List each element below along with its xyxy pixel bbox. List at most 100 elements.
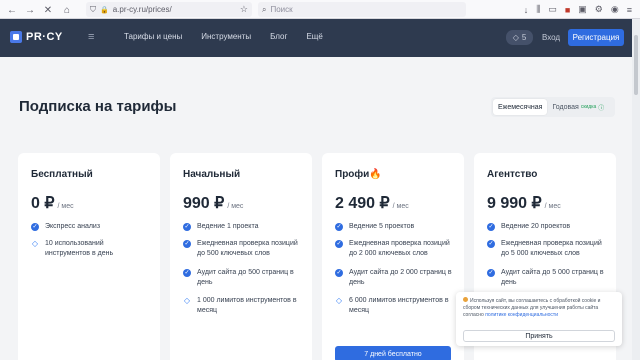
plan-price: 0 ₽ / мес (31, 193, 74, 213)
plan-feature: ✓ Экспресс анализ (31, 222, 153, 232)
gem-icon: ◇ (183, 296, 191, 305)
back-icon[interactable]: ← (4, 2, 20, 18)
main-nav: Тарифы и цены Инструменты Блог Ещё (124, 32, 342, 41)
hamburger-menu-icon[interactable]: ≡ (88, 31, 94, 43)
feature-text: 6 000 лимитов инструментов в месяц (349, 297, 449, 314)
plan-feature: ✓ Ежедневная проверка позиций до 500 клю… (183, 239, 305, 259)
scrollbar-thumb[interactable] (634, 35, 638, 95)
login-link[interactable]: Вход (542, 33, 560, 42)
check-icon: ✓ (487, 240, 495, 248)
plan-price: 990 ₽ / мес (183, 193, 243, 213)
search-icon: ⌕ (262, 4, 267, 14)
downloads-icon[interactable]: ↓ (524, 5, 529, 15)
limits-badge[interactable]: ◇ 5 (506, 30, 533, 45)
sidebar-icon[interactable]: ▭ (548, 4, 557, 15)
plan-name: Профи🔥 (335, 169, 382, 180)
cookie-text: Используя сайт, вы соглашаетесь с обрабо… (463, 297, 615, 319)
privacy-policy-link[interactable]: политике конфиденциальности (485, 312, 558, 318)
price-amount: 0 ₽ (31, 195, 55, 212)
plan-feature: ✓ Ежедневная проверка позиций до 5 000 к… (487, 239, 609, 259)
cookie-banner: Используя сайт, вы соглашаетесь с обрабо… (456, 292, 622, 346)
price-amount: 990 ₽ (183, 195, 225, 212)
check-icon: ✓ (183, 240, 191, 248)
plan-feature: ✓ Ежедневная проверка позиций до 2 000 к… (335, 239, 457, 259)
plan-feature: ✓ Ведение 20 проектов (487, 222, 609, 232)
search-placeholder: Поиск (270, 5, 293, 14)
feature-text: Экспресс анализ (45, 223, 101, 230)
home-icon[interactable]: ⌂ (59, 2, 75, 18)
plan-name: Агентство (487, 169, 538, 180)
url-bar[interactable]: ⛉ 🔒 a.pr-cy.ru/prices/ ☆ (86, 2, 252, 17)
price-period: / мес (392, 203, 409, 210)
check-icon: ✓ (31, 223, 39, 231)
puzzle-icon[interactable]: ⚙ (595, 4, 603, 15)
menu-icon[interactable]: ≡ (627, 5, 632, 15)
yearly-discount-note: скидка (580, 104, 597, 110)
cookie-accept-button[interactable]: Принять (463, 330, 615, 342)
period-yearly-label: Годовая (552, 103, 579, 111)
feature-text: Ведение 1 проекта (197, 223, 259, 230)
feature-text: Ежедневная проверка позиций до 5 000 клю… (501, 240, 602, 257)
feature-text: Аудит сайта до 2 000 страниц в день (349, 269, 452, 286)
free-trial-button[interactable]: 7 дней бесплатно (335, 346, 451, 360)
check-icon: ✓ (335, 223, 343, 231)
nav-item-more[interactable]: Ещё (306, 32, 322, 41)
pocket-icon[interactable]: ▣ (578, 4, 587, 15)
feature-text: Ведение 20 проектов (501, 223, 571, 230)
nav-item-tools[interactable]: Инструменты (201, 32, 251, 41)
browser-search-input[interactable]: ⌕ Поиск (258, 2, 466, 17)
check-icon: ✓ (183, 223, 191, 231)
plan-feature: ◇ 6 000 лимитов инструментов в месяц (335, 296, 457, 316)
forward-icon[interactable]: → (22, 2, 38, 18)
price-amount: 9 990 ₽ (487, 195, 542, 212)
page-title: Подписка на тарифы (19, 98, 177, 115)
library-icon[interactable]: ⫼ (536, 4, 540, 15)
shield-icon: ⛉ (90, 4, 96, 14)
stop-icon[interactable]: ✕ (40, 2, 56, 18)
check-icon: ✓ (335, 240, 343, 248)
account-icon[interactable]: ◉ (611, 4, 619, 15)
plan-price: 2 490 ₽ / мес (335, 193, 409, 213)
price-amount: 2 490 ₽ (335, 195, 390, 212)
plan-name: Бесплатный (31, 169, 93, 180)
plan-feature: ✓ Ведение 1 проекта (183, 222, 305, 232)
fire-icon: 🔥 (369, 169, 382, 180)
period-monthly-option[interactable]: Ежемесячная (493, 99, 548, 115)
register-button[interactable]: Регистрация (568, 29, 624, 46)
site-header: PR·CY ≡ Тарифы и цены Инструменты Блог Е… (0, 19, 632, 57)
plan-name: Начальный (183, 169, 241, 180)
badge-count: 5 (521, 33, 527, 42)
browser-toolbar: ← → ✕ ⌂ ⛉ 🔒 a.pr-cy.ru/prices/ ☆ ⌕ Поиск… (0, 0, 640, 19)
logo[interactable]: PR·CY (10, 31, 63, 43)
cookie-icon (463, 297, 468, 302)
page-scrollbar[interactable] (632, 19, 640, 360)
check-icon: ✓ (183, 269, 191, 277)
period-yearly-option[interactable]: Годовая скидка ⓘ (547, 99, 609, 115)
gem-icon: ◇ (512, 33, 519, 42)
feature-text: Ежедневная проверка позиций до 2 000 клю… (349, 240, 450, 257)
price-period: / мес (57, 203, 74, 210)
logo-text: PR·CY (26, 31, 63, 43)
plan-feature: ✓ Аудит сайта до 5 000 страниц в день (487, 268, 609, 288)
check-icon: ✓ (335, 269, 343, 277)
feature-text: 1 000 лимитов инструментов в месяц (197, 297, 297, 314)
plan-feature: ◇ 10 использований инструментов в день (31, 239, 153, 259)
price-period: / мес (227, 203, 244, 210)
nav-item-prices[interactable]: Тарифы и цены (124, 32, 182, 41)
plan-feature: ◇ 1 000 лимитов инструментов в месяц (183, 296, 305, 316)
check-icon: ✓ (487, 223, 495, 231)
plan-feature: ✓ Ведение 5 проектов (335, 222, 457, 232)
plan-price: 9 990 ₽ / мес (487, 193, 561, 213)
star-icon[interactable]: ☆ (240, 4, 248, 15)
plan-feature: ✓ Аудит сайта до 2 000 страниц в день (335, 268, 457, 288)
plan-card-free: Бесплатный 0 ₽ / мес ✓ Экспресс анализ ◇… (18, 153, 160, 360)
feature-text: Ведение 5 проектов (349, 223, 415, 230)
plan-card-starter: Начальный 990 ₽ / мес ✓ Ведение 1 проект… (170, 153, 312, 360)
plan-feature: ✓ Аудит сайта до 500 страниц в день (183, 268, 305, 288)
gem-icon: ◇ (31, 239, 39, 248)
billing-period-toggle: Ежемесячная Годовая скидка ⓘ (491, 97, 615, 117)
price-period: / мес (544, 203, 561, 210)
nav-item-blog[interactable]: Блог (270, 32, 287, 41)
feature-text: 10 использований инструментов в день (45, 240, 114, 257)
extension-icon[interactable]: ■ (565, 5, 570, 15)
